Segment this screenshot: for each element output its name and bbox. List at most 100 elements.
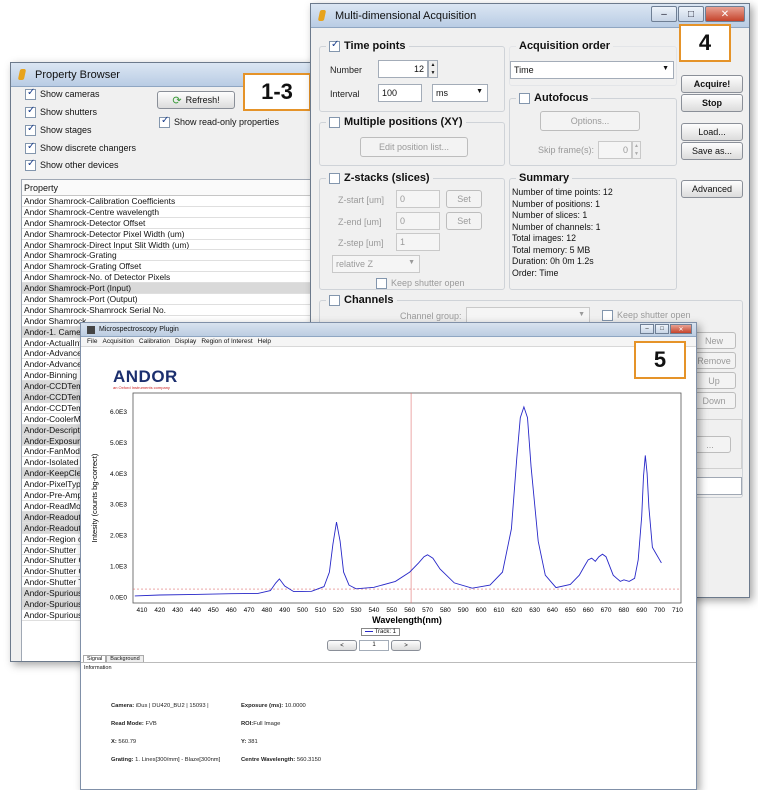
save-as-button[interactable]: Save as... [681, 142, 743, 160]
maximize-icon[interactable]: □ [678, 6, 704, 22]
x-tick-label: 500 [297, 607, 308, 614]
checkbox-icon[interactable] [376, 278, 387, 290]
option-label: Show stages [40, 125, 92, 135]
property-row[interactable]: Andor Shamrock-Detector Pixel Width (um) [22, 229, 310, 240]
property-row[interactable]: Andor Shamrock-No. of Detector Pixels [22, 272, 310, 284]
edit-position-list-button[interactable]: Edit position list... [360, 137, 468, 157]
minimize-icon[interactable]: – [651, 6, 677, 22]
checkbox-icon[interactable] [25, 105, 36, 119]
property-row[interactable]: Andor Shamrock-Grating [22, 250, 310, 262]
zstacks-title[interactable]: Z-stacks (slices) [326, 172, 433, 184]
tab-background[interactable]: Background [106, 655, 144, 662]
checkbox-icon[interactable] [602, 310, 613, 322]
show-shutters-option[interactable]: Show shutters [25, 105, 97, 119]
checkbox-icon[interactable] [159, 115, 170, 129]
show-stages-option[interactable]: Show stages [25, 123, 92, 137]
channel-remove-button[interactable]: Remove [692, 352, 736, 369]
channel-new-button[interactable]: New [692, 332, 736, 349]
number-input[interactable]: 12 [378, 60, 428, 78]
property-row[interactable]: Andor Shamrock-Calibration Coefficients [22, 196, 310, 207]
zstep-input[interactable]: 1 [396, 233, 440, 251]
acquire-button[interactable]: Acquire! [681, 75, 743, 93]
prev-track-button[interactable]: < [327, 640, 357, 651]
close-icon[interactable]: ✕ [705, 6, 745, 22]
property-row[interactable]: Andor Shamrock-Grating Offset [22, 261, 310, 273]
x-tick-label: 670 [601, 607, 612, 614]
skip-spinner[interactable]: ▲ ▼ [632, 141, 641, 159]
checkbox-icon[interactable] [329, 172, 340, 184]
skip-frames-input[interactable]: 0 [598, 141, 632, 159]
menu-file[interactable]: File [87, 338, 97, 345]
acquisition-order-title: Acquisition order [516, 40, 614, 52]
step-badge-5: 5 [634, 341, 686, 379]
zend-input[interactable]: 0 [396, 212, 440, 230]
plot-area[interactable] [132, 392, 682, 604]
camera-value: iDus | DU420_BU2 | 15093 | [135, 703, 209, 709]
autofocus-options-button[interactable]: Options... [540, 111, 640, 131]
channel-up-button[interactable]: Up [692, 372, 736, 389]
stop-button[interactable]: Stop [681, 94, 743, 112]
menu-display[interactable]: Display [175, 338, 196, 345]
minimize-icon[interactable]: – [640, 324, 654, 334]
y-axis-label: Intesity (counts bg-correct) [90, 453, 99, 542]
positions-title[interactable]: Multiple positions (XY) [326, 116, 466, 128]
interval-unit-select[interactable]: ms ▼ [432, 84, 488, 102]
property-row[interactable]: Andor Shamrock-Port (Output) [22, 294, 310, 305]
checkbox-icon[interactable] [329, 39, 340, 52]
checkbox-icon[interactable] [25, 123, 36, 137]
checkbox-icon[interactable] [329, 294, 340, 306]
z-mode-select[interactable]: relative Z ▼ [332, 255, 420, 273]
microspectroscopy-titlebar[interactable]: Microspectroscopy Plugin – □ ✕ [81, 323, 696, 337]
x-tick-label: 470 [244, 607, 255, 614]
property-row[interactable]: Andor Shamrock-Port (Input) [22, 283, 310, 295]
property-column-header[interactable]: Property [22, 180, 310, 196]
menu-region-of-interest[interactable]: Region of Interest [201, 338, 252, 345]
menu-calibration[interactable]: Calibration [139, 338, 170, 345]
order-value: Time [514, 65, 534, 75]
property-row[interactable]: Andor Shamrock-Detector Offset [22, 218, 310, 229]
zstacks-group: Z-stacks (slices) Z-start [um] 0 Set Z-e… [319, 172, 505, 290]
load-button[interactable]: Load... [681, 123, 743, 141]
x-tick-label: 630 [529, 607, 540, 614]
interval-input[interactable]: 100 [378, 84, 422, 102]
advanced-button[interactable]: Advanced [681, 180, 743, 198]
zstart-input[interactable]: 0 [396, 190, 440, 208]
show-cameras-option[interactable]: Show cameras [25, 87, 100, 101]
menu-help[interactable]: Help [258, 338, 271, 345]
next-track-button[interactable]: > [391, 640, 421, 651]
autofocus-title[interactable]: Autofocus [516, 92, 592, 104]
summary-line: Number of positions: 1 [512, 198, 601, 209]
zend-set-button[interactable]: Set [446, 212, 482, 230]
acquisition-order-select[interactable]: Time ▼ [510, 61, 674, 79]
group-label: Z-stacks (slices) [344, 172, 430, 184]
property-row[interactable]: Andor Shamrock-Shamrock Serial No. [22, 305, 310, 316]
checkbox-icon[interactable] [329, 116, 340, 128]
property-row[interactable]: Andor Shamrock-Centre wavelength [22, 207, 310, 218]
spectrum-chart[interactable]: 0.0E01.0E32.0E33.0E34.0E35.0E36.0E3 410 4… [81, 385, 697, 625]
checkbox-icon[interactable] [25, 158, 36, 172]
tab-signal[interactable]: Signal [83, 655, 107, 662]
show-discrete-changers-option[interactable]: Show discrete changers [25, 141, 136, 155]
show-readonly-option[interactable]: Show read-only properties [159, 115, 279, 129]
group-label: Autofocus [534, 92, 589, 104]
x-tick-label: 590 [458, 607, 469, 614]
checkbox-icon[interactable] [519, 92, 530, 104]
close-icon[interactable]: ✕ [670, 324, 692, 334]
channels-title[interactable]: Channels [326, 294, 397, 306]
property-row[interactable]: Andor Shamrock-Direct Input Slit Width (… [22, 240, 310, 251]
show-other-devices-option[interactable]: Show other devices [25, 158, 119, 172]
menu-acquisition[interactable]: Acquisition [102, 338, 133, 345]
zstart-set-button[interactable]: Set [446, 190, 482, 208]
checkbox-icon[interactable] [25, 141, 36, 155]
channel-down-button[interactable]: Down [692, 392, 736, 409]
channel-keep-shutter-option[interactable]: Keep shutter open [602, 310, 691, 322]
refresh-button[interactable]: ⟳ Refresh! [157, 91, 235, 109]
checkbox-icon[interactable] [25, 87, 36, 101]
track-number-input[interactable]: 1 [359, 640, 389, 651]
maximize-icon[interactable]: □ [655, 324, 669, 334]
y-tick-labels: 0.0E0 1.0E3 2.0E3 3.0E3 4.0E3 5.0E3 6.0E3 [110, 409, 127, 601]
number-spinner[interactable]: ▲ ▼ [428, 60, 438, 78]
zstack-keep-shutter-option[interactable]: Keep shutter open [376, 278, 465, 290]
centre-wavelength-info: Centre Wavelength: 560.3150 [241, 757, 321, 763]
time-points-title[interactable]: Time points [326, 39, 409, 52]
